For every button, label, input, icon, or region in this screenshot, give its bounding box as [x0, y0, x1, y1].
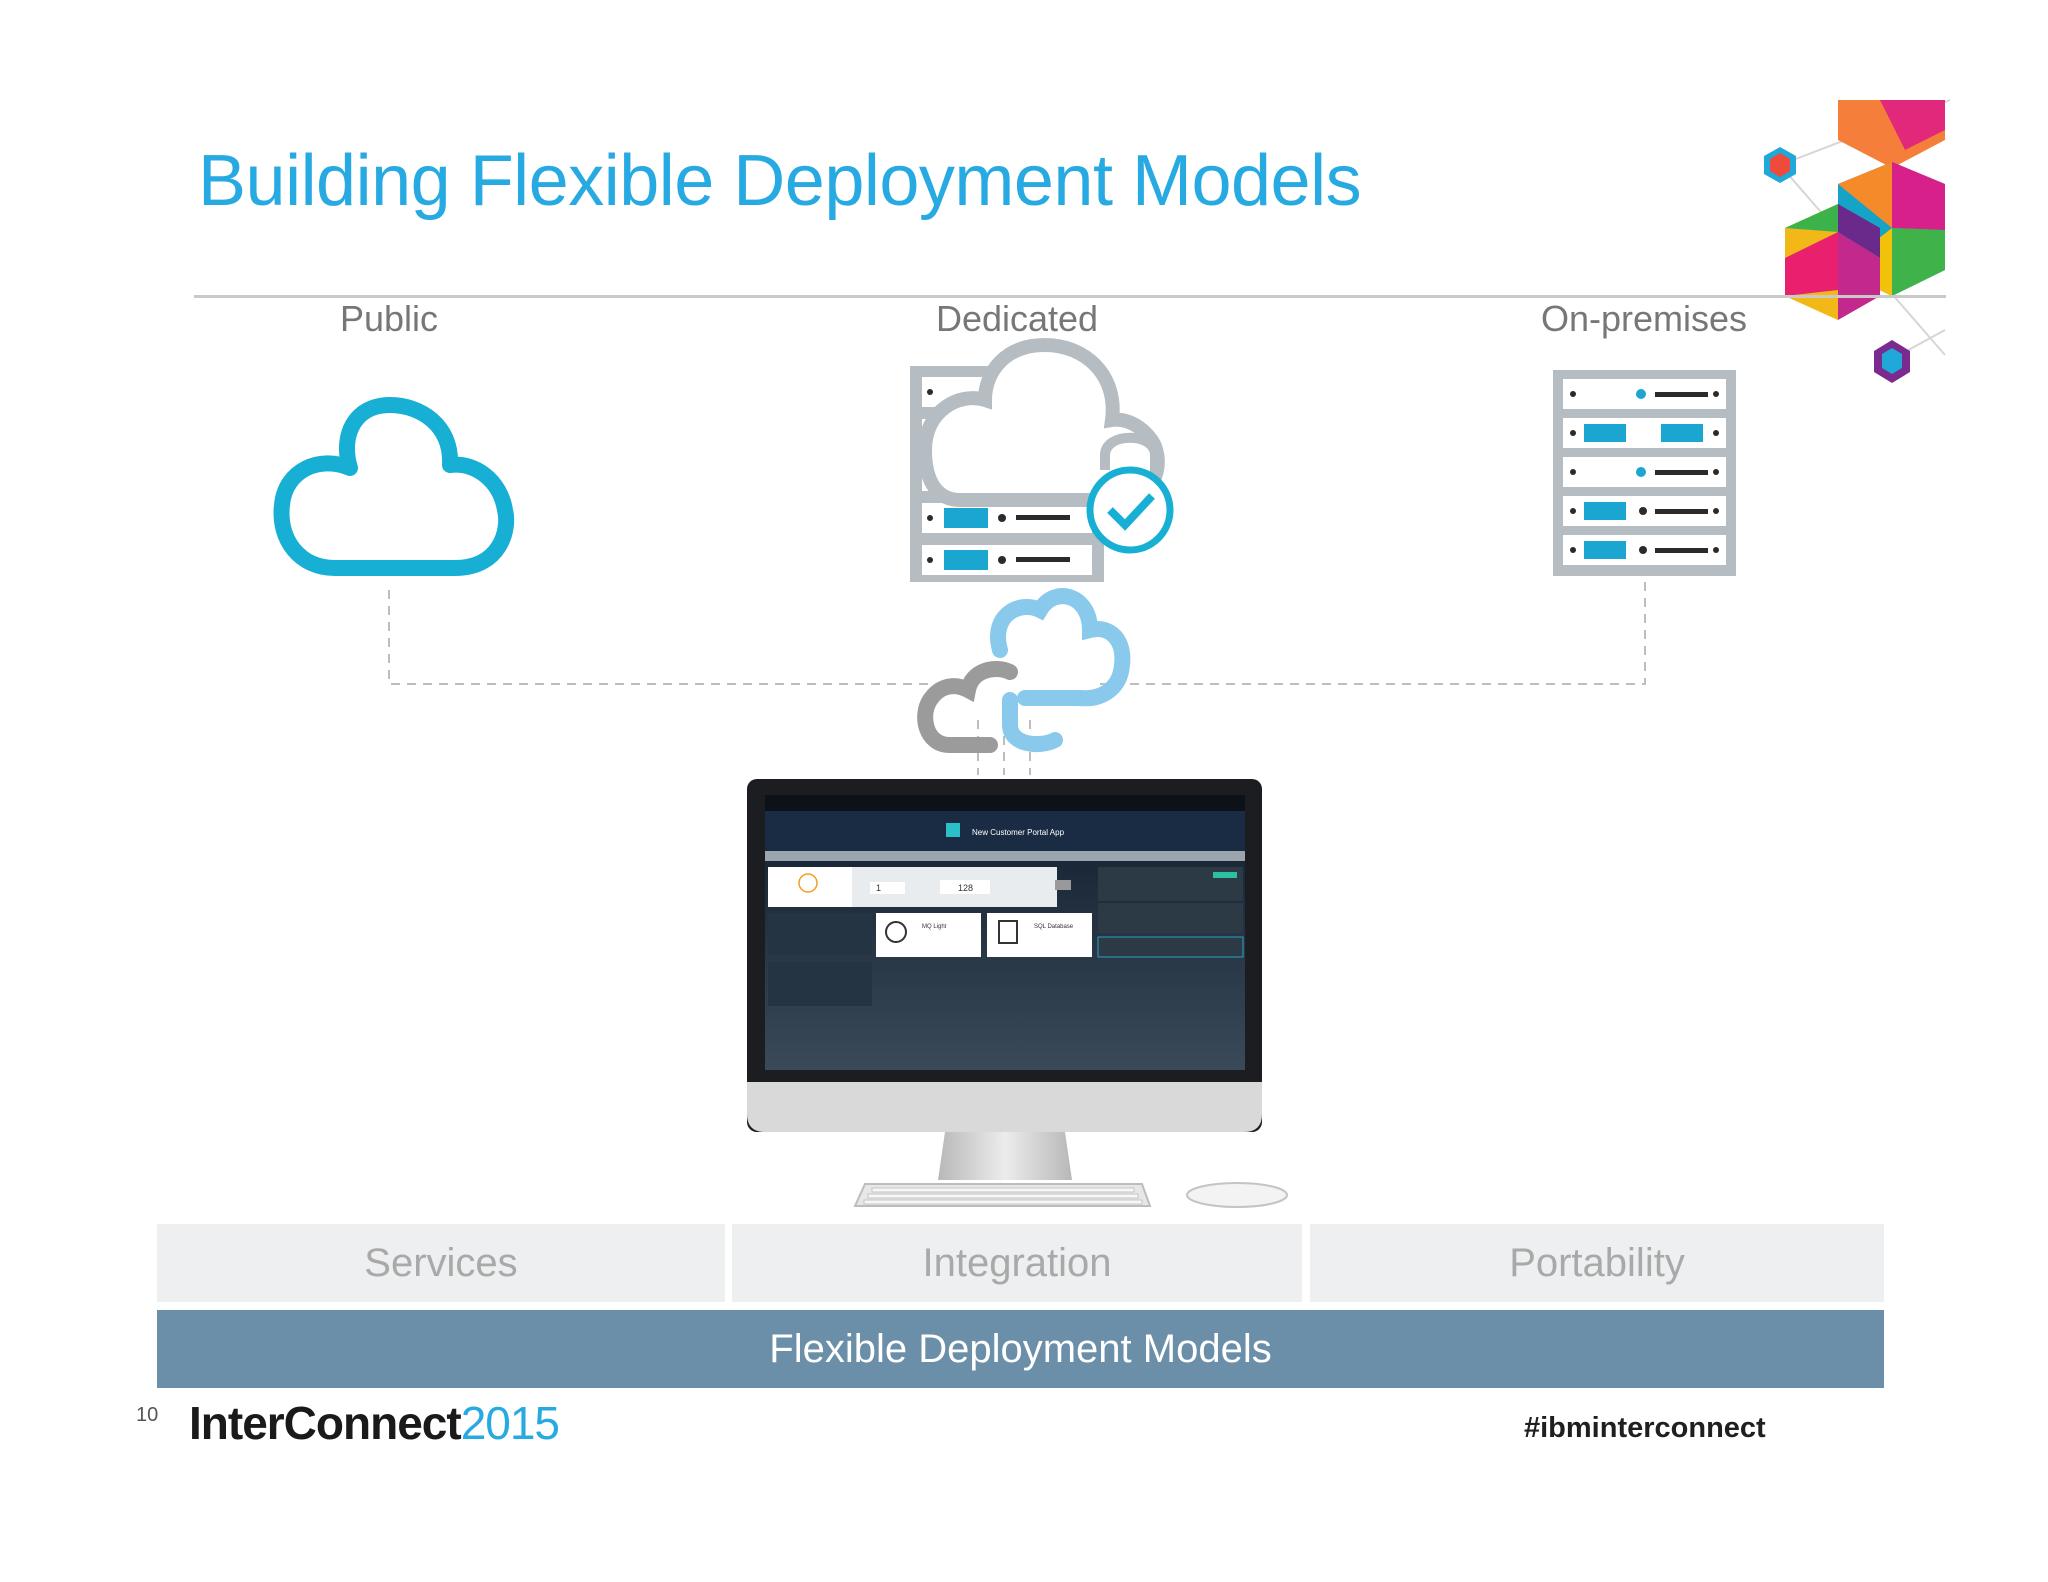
pillar-services: Services: [157, 1224, 725, 1302]
page-number: 10: [136, 1404, 159, 1426]
column-label-public: Public: [339, 298, 439, 339]
screen-card-mq: MQ Light: [922, 924, 947, 930]
hexagon-logo-icon: [1764, 99, 1951, 383]
event-hashtag: #ibminterconnect: [1524, 1412, 1766, 1444]
pillar-portability: Portability: [1310, 1224, 1884, 1302]
mouse-icon: [1186, 1182, 1288, 1208]
dedicated-server-cloud-icon: [910, 337, 1174, 582]
screen-card-sql: SQL Database: [1034, 924, 1074, 930]
check-icon: [1086, 466, 1174, 554]
screen-instances: 1: [876, 883, 881, 893]
screen-memory: 128: [958, 883, 973, 893]
on-premises-server-icon: [1553, 370, 1736, 576]
brand-logo: InterConnect2015: [189, 1396, 560, 1450]
monitor-icon: New Customer Portal App 1 128 MQ Light S…: [747, 779, 1262, 1180]
brand-year: 2015: [460, 1397, 560, 1449]
foundation-bar: Flexible Deployment Models: [157, 1310, 1884, 1388]
column-label-on-premises: On-premises: [1540, 298, 1748, 339]
pillar-integration: Integration: [732, 1224, 1302, 1302]
screen-app-title: New Customer Portal App: [972, 828, 1065, 837]
brand-name: InterConnect: [189, 1397, 462, 1449]
column-label-dedicated: Dedicated: [935, 298, 1099, 339]
hybrid-cloud-connector-icon: [917, 588, 1131, 753]
public-cloud-icon: [273, 397, 515, 576]
keyboard-icon: [853, 1183, 1152, 1207]
